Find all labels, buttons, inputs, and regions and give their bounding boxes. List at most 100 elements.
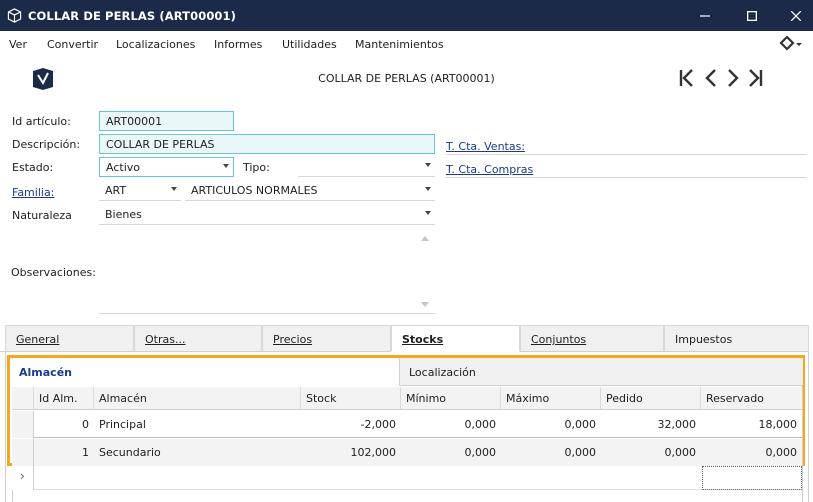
id-articulo-label: Id artículo: bbox=[12, 115, 71, 128]
cell-id-alm: 0 bbox=[82, 418, 89, 431]
tab-label: Impuestos bbox=[675, 333, 733, 346]
chevron-down-icon bbox=[223, 164, 229, 168]
col-header-id-alm[interactable]: Id Alm. bbox=[34, 387, 94, 410]
chevron-down-icon bbox=[171, 187, 177, 191]
descripcion-field[interactable]: COLLAR DE PERLAS bbox=[99, 134, 435, 154]
close-button[interactable] bbox=[774, 0, 813, 31]
tab-label: Stocks bbox=[402, 333, 444, 346]
title-bar: COLLAR DE PERLAS (ART00001) bbox=[0, 0, 813, 31]
chevron-down-icon bbox=[425, 187, 431, 191]
col-header-maximo[interactable]: Máximo bbox=[501, 387, 601, 410]
minimize-button[interactable] bbox=[683, 0, 727, 31]
scroll-down-icon[interactable] bbox=[421, 302, 429, 307]
familia-label[interactable]: Familia: bbox=[12, 186, 54, 199]
chevron-down-icon bbox=[425, 211, 431, 215]
maximize-icon bbox=[747, 10, 757, 21]
cell-minimo: 0,000 bbox=[464, 418, 497, 431]
familia-code-value: ART bbox=[105, 184, 127, 197]
tab-label: General bbox=[16, 333, 60, 346]
new-row-arrow-icon: › bbox=[20, 469, 25, 483]
minimize-icon bbox=[700, 14, 710, 17]
tab-precios[interactable]: Precios bbox=[262, 325, 391, 352]
new-row-focus-cell[interactable] bbox=[702, 466, 802, 490]
tab-panel-border-left bbox=[5, 351, 6, 502]
first-record-icon[interactable] bbox=[678, 67, 696, 89]
estado-label: Estado: bbox=[12, 161, 54, 174]
tab-bar: General Otras... Precios Stocks Conjunto… bbox=[5, 325, 809, 352]
cta-compras-field[interactable] bbox=[446, 177, 807, 178]
new-row[interactable] bbox=[34, 466, 802, 490]
estado-select[interactable]: Activo bbox=[99, 157, 234, 177]
cell-reservado: 18,000 bbox=[758, 418, 798, 431]
cell-almacen: Secundario bbox=[99, 446, 161, 459]
window-title: COLLAR DE PERLAS (ART00001) bbox=[28, 9, 236, 23]
familia-name-value: ARTICULOS NORMALES bbox=[191, 184, 318, 197]
tab-stocks[interactable]: Stocks bbox=[391, 325, 520, 352]
tipo-label: Tipo: bbox=[243, 161, 270, 174]
observaciones-textarea[interactable] bbox=[99, 230, 435, 314]
menu-convertir[interactable]: Convertir bbox=[47, 38, 98, 51]
subtab-almacen[interactable]: Almacén bbox=[10, 358, 399, 386]
tab-label: Precios bbox=[273, 333, 313, 346]
estado-value: Activo bbox=[106, 161, 140, 174]
naturaleza-value: Bienes bbox=[105, 208, 142, 221]
col-header-reservado[interactable]: Reservado bbox=[701, 387, 802, 410]
tab-panel-border-right bbox=[808, 351, 809, 502]
col-header-minimo[interactable]: Mínimo bbox=[401, 387, 501, 410]
new-row-selector[interactable]: › bbox=[12, 466, 34, 490]
tab-impuestos[interactable]: Impuestos bbox=[664, 325, 809, 352]
tab-label: Otras... bbox=[145, 333, 186, 346]
cell-stock: -2,000 bbox=[360, 418, 396, 431]
table-row[interactable]: 1 Secundario 102,000 0,000 0,000 0,000 0… bbox=[34, 439, 802, 466]
package-icon bbox=[7, 8, 22, 23]
tab-label: Conjuntos bbox=[531, 333, 587, 346]
tab-otras[interactable]: Otras... bbox=[134, 325, 262, 352]
cell-minimo: 0,000 bbox=[464, 446, 497, 459]
observaciones-label: Observaciones: bbox=[11, 266, 96, 279]
familia-code-select[interactable]: ART bbox=[99, 181, 181, 201]
previous-record-icon[interactable] bbox=[702, 67, 720, 89]
id-articulo-field[interactable]: ART00001 bbox=[99, 111, 234, 131]
cell-almacen: Principal bbox=[99, 418, 146, 431]
cell-stock: 102,000 bbox=[350, 446, 397, 459]
cta-ventas-field[interactable] bbox=[446, 154, 807, 155]
maximize-button[interactable] bbox=[730, 0, 774, 31]
naturaleza-label: Naturaleza bbox=[12, 209, 72, 222]
cell-pedido: 0,000 bbox=[664, 446, 697, 459]
row-selector[interactable] bbox=[12, 439, 34, 466]
grid-corner bbox=[12, 387, 34, 410]
next-record-icon[interactable] bbox=[724, 67, 742, 89]
menu-utilidades[interactable]: Utilidades bbox=[282, 38, 337, 51]
cell-reservado: 0,000 bbox=[765, 446, 798, 459]
cell-id-alm: 1 bbox=[82, 446, 89, 459]
col-header-pedido[interactable]: Pedido bbox=[601, 387, 701, 410]
descripcion-label: Descripción: bbox=[12, 138, 81, 151]
subtab-localizacion[interactable]: Localización bbox=[399, 358, 803, 386]
cta-compras-link[interactable]: T. Cta. Compras bbox=[446, 163, 533, 176]
familia-name-select[interactable]: ARTICULOS NORMALES bbox=[185, 181, 435, 201]
col-header-stock[interactable]: Stock bbox=[301, 387, 401, 410]
cell-maximo: 0,000 bbox=[564, 418, 597, 431]
grid-border-right bbox=[802, 387, 803, 502]
tab-general[interactable]: General bbox=[5, 325, 134, 352]
naturaleza-select[interactable]: Bienes bbox=[99, 205, 435, 225]
menu-informes[interactable]: Informes bbox=[214, 38, 262, 51]
close-icon bbox=[791, 10, 801, 21]
cta-ventas-link[interactable]: T. Cta. Ventas: bbox=[446, 140, 525, 153]
menu-bar: Ver Convertir Localizaciones Informes Ut… bbox=[0, 31, 813, 57]
last-record-icon[interactable] bbox=[746, 67, 764, 89]
menu-mantenimientos[interactable]: Mantenimientos bbox=[355, 38, 444, 51]
menu-localizaciones[interactable]: Localizaciones bbox=[116, 38, 195, 51]
tab-conjuntos[interactable]: Conjuntos bbox=[520, 325, 664, 352]
row-selector[interactable] bbox=[12, 411, 34, 438]
scroll-up-icon[interactable] bbox=[421, 236, 429, 241]
cell-pedido: 32,000 bbox=[657, 418, 697, 431]
table-row[interactable]: 0 Principal -2,000 0,000 0,000 32,000 18… bbox=[34, 411, 802, 438]
grid-border-left bbox=[12, 490, 13, 502]
settings-dropdown-icon[interactable] bbox=[779, 36, 803, 52]
menu-ver[interactable]: Ver bbox=[9, 38, 27, 51]
col-header-almacen[interactable]: Almacén bbox=[94, 387, 301, 410]
chevron-down-icon bbox=[425, 163, 431, 167]
cell-maximo: 0,000 bbox=[564, 446, 597, 459]
tipo-select[interactable] bbox=[298, 157, 435, 177]
